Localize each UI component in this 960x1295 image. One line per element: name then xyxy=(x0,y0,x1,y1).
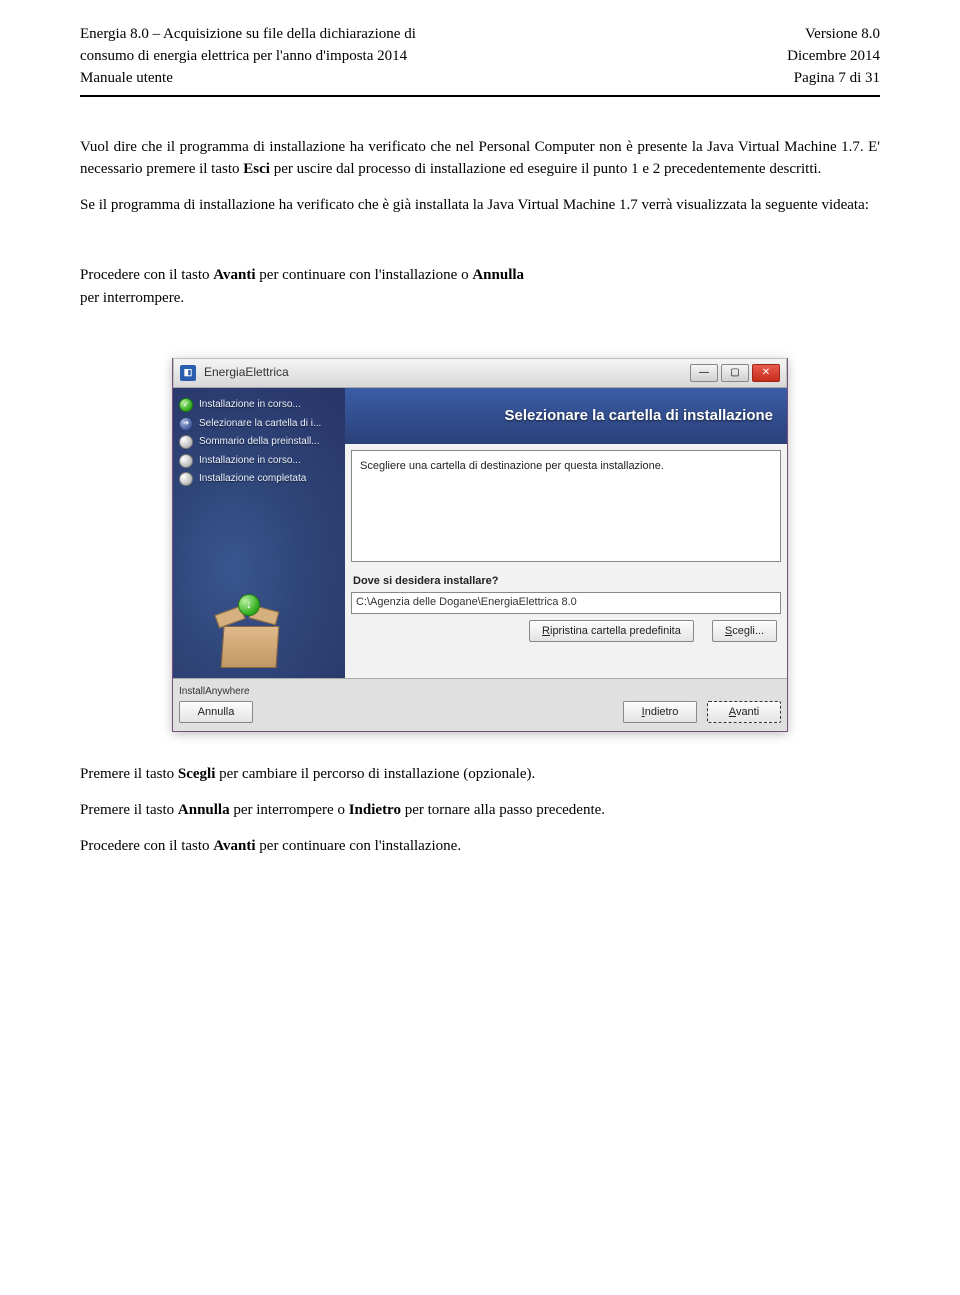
body-paragraphs-2: Procedere con il tasto Avanti per contin… xyxy=(80,265,880,311)
step-idle-icon xyxy=(179,435,193,449)
bold-scegli: Scegli xyxy=(178,766,216,782)
bold-annulla: Annulla xyxy=(178,802,230,818)
bold-avanti: Avanti xyxy=(213,267,255,283)
step-list: Installazione in corso... Selezionare la… xyxy=(173,388,345,497)
package-icon: ↓ xyxy=(218,608,288,668)
description-text: Scegliere una cartella di destinazione p… xyxy=(360,460,664,472)
text: Procedere con il tasto xyxy=(80,267,213,283)
text: Premere il tasto xyxy=(80,802,178,818)
text: per continuare con l'installazione o xyxy=(256,267,473,283)
paragraph-6: Premere il tasto Annulla per interromper… xyxy=(80,800,880,822)
text: per cambiare il percorso di installazion… xyxy=(215,766,535,782)
step-item: Sommario della preinstall... xyxy=(179,435,339,450)
step-item: Installazione in corso... xyxy=(179,398,339,413)
maximize-button[interactable]: ▢ xyxy=(721,364,749,382)
next-button[interactable]: Avanti xyxy=(707,701,781,723)
paragraph-3: Procedere con il tasto Avanti per contin… xyxy=(80,265,880,287)
installer-footer: InstallAnywhere Annulla Indietro Avanti xyxy=(173,678,787,732)
installer-window: ◧ EnergiaElettrica — ▢ ✕ Installazione i… xyxy=(172,358,788,732)
choose-button[interactable]: Scegli... xyxy=(712,620,777,642)
step-item: Installazione completata xyxy=(179,472,339,487)
text: per uscire dal processo di installazione… xyxy=(270,161,821,177)
banner: Selezionare la cartella di installazione xyxy=(345,388,787,444)
body-paragraphs-1: Vuol dire che il programma di installazi… xyxy=(80,137,880,216)
step-label: Installazione completata xyxy=(199,472,306,487)
window-title: EnergiaElettrica xyxy=(204,364,289,381)
header-title-line3: Manuale utente xyxy=(80,68,416,90)
step-done-icon xyxy=(179,398,193,412)
bold-annulla: Annulla xyxy=(472,267,524,283)
step-active-icon xyxy=(179,417,193,431)
paragraph-7: Procedere con il tasto Avanti per contin… xyxy=(80,836,880,858)
back-button[interactable]: Indietro xyxy=(623,701,697,723)
bold-avanti: Avanti xyxy=(213,838,255,854)
paragraph-1: Vuol dire che il programma di installazi… xyxy=(80,137,880,181)
installanywhere-label: InstallAnywhere xyxy=(179,685,781,700)
close-button[interactable]: ✕ xyxy=(752,364,780,382)
step-label: Installazione in corso... xyxy=(199,398,301,413)
titlebar: ◧ EnergiaElettrica — ▢ ✕ xyxy=(173,358,787,388)
cancel-button[interactable]: Annulla xyxy=(179,701,253,723)
document-header: Energia 8.0 – Acquisizione su file della… xyxy=(80,24,880,89)
step-idle-icon xyxy=(179,454,193,468)
text: Premere il tasto xyxy=(80,766,178,782)
paragraph-2: Se il programma di installazione ha veri… xyxy=(80,195,880,217)
paragraph-4: per interrompere. xyxy=(80,288,880,310)
path-label: Dove si desidera installare? xyxy=(353,574,781,590)
body-paragraphs-3: Premere il tasto Scegli per cambiare il … xyxy=(80,764,880,857)
header-date: Dicembre 2014 xyxy=(787,46,880,68)
paragraph-5: Premere il tasto Scegli per cambiare il … xyxy=(80,764,880,786)
text: Procedere con il tasto xyxy=(80,838,213,854)
text: per interrompere o xyxy=(230,802,349,818)
step-idle-icon xyxy=(179,472,193,486)
app-icon: ◧ xyxy=(180,365,196,381)
minimize-button[interactable]: — xyxy=(690,364,718,382)
installer-sidebar: Installazione in corso... Selezionare la… xyxy=(173,388,345,678)
install-path-input[interactable]: C:\Agenzia delle Dogane\EnergiaElettrica… xyxy=(351,592,781,614)
step-label: Selezionare la cartella di i... xyxy=(199,417,321,432)
step-item: Selezionare la cartella di i... xyxy=(179,417,339,432)
text: per continuare con l'installazione. xyxy=(256,838,462,854)
bold-indietro: Indietro xyxy=(349,802,401,818)
banner-title: Selezionare la cartella di installazione xyxy=(505,405,773,427)
step-label: Installazione in corso... xyxy=(199,454,301,469)
description-panel: Scegliere una cartella di destinazione p… xyxy=(351,450,781,562)
step-label: Sommario della preinstall... xyxy=(199,435,320,450)
header-version: Versione 8.0 xyxy=(787,24,880,46)
bold-esci: Esci xyxy=(243,161,270,177)
header-title-line2: consumo di energia elettrica per l'anno … xyxy=(80,46,416,68)
header-title-line1: Energia 8.0 – Acquisizione su file della… xyxy=(80,24,416,46)
text: per tornare alla passo precedente. xyxy=(401,802,605,818)
header-divider xyxy=(80,95,880,97)
header-page: Pagina 7 di 31 xyxy=(787,68,880,90)
restore-default-button[interactable]: Ripristina cartella predefinita xyxy=(529,620,694,642)
step-item: Installazione in corso... xyxy=(179,454,339,469)
